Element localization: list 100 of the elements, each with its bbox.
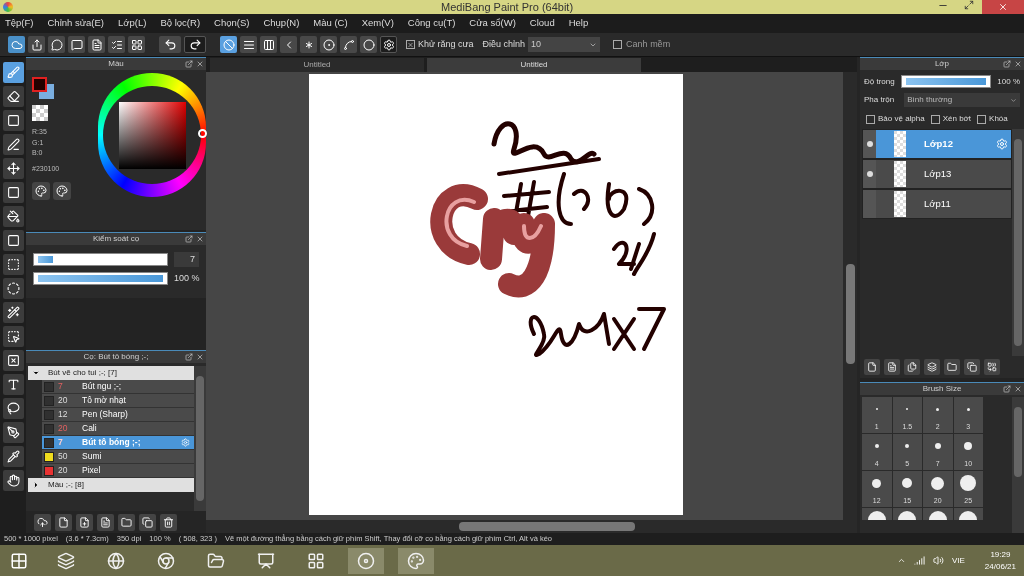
- menu-item[interactable]: Xem(V): [361, 16, 394, 31]
- scrollbar[interactable]: [194, 366, 206, 511]
- gradient-icon[interactable]: [2, 230, 24, 251]
- menu-item[interactable]: Bộ lọc(R): [160, 16, 201, 31]
- message-icon[interactable]: [68, 36, 85, 53]
- layer-row[interactable]: Lớp13: [862, 159, 1012, 189]
- visibility-toggle[interactable]: [863, 190, 876, 218]
- close-icon[interactable]: [998, 2, 1008, 12]
- menu-item[interactable]: Công cụ(T): [407, 16, 456, 31]
- palette-icon[interactable]: [398, 547, 434, 574]
- curve-icon[interactable]: [340, 36, 357, 53]
- scrollbar[interactable]: [1012, 397, 1024, 533]
- hand-icon[interactable]: [2, 470, 24, 491]
- close-icon[interactable]: [196, 60, 204, 68]
- cloud-sync-icon[interactable]: [8, 36, 25, 53]
- brush-size-preset[interactable]: [953, 508, 983, 520]
- brush-group[interactable]: Bút vẽ cho tui ;-; [7]: [28, 366, 194, 380]
- add-file-icon[interactable]: [76, 513, 93, 531]
- menu-item[interactable]: Chọn(S): [214, 16, 250, 31]
- brush-size-preset[interactable]: [862, 508, 892, 520]
- list-icon[interactable]: [108, 36, 125, 53]
- brush-opacity-slider[interactable]: [33, 272, 168, 286]
- menu-item[interactable]: Help: [568, 16, 589, 31]
- canvas-page[interactable]: [308, 74, 683, 515]
- horizontal-scrollbar[interactable]: [206, 520, 857, 533]
- settings-button[interactable]: [380, 36, 397, 53]
- perspective-icon[interactable]: [280, 36, 297, 53]
- vertical-lines-icon[interactable]: [260, 36, 277, 53]
- document-tab[interactable]: Untitled: [210, 58, 424, 72]
- menu-item[interactable]: Chỉnh sửa(E): [47, 16, 105, 31]
- signal-icon[interactable]: [913, 555, 925, 566]
- brush-size-preset[interactable]: [892, 508, 922, 520]
- close-icon[interactable]: [196, 353, 204, 361]
- pen-nib-icon[interactable]: [2, 422, 24, 443]
- visibility-toggle[interactable]: [863, 160, 876, 188]
- lasso-select-icon[interactable]: [2, 398, 24, 419]
- comment-icon[interactable]: [48, 36, 65, 53]
- magic-wand-icon[interactable]: [2, 302, 24, 323]
- visibility-toggle[interactable]: [863, 130, 876, 158]
- brush-size-preset[interactable]: [923, 508, 953, 520]
- trash-icon[interactable]: [160, 513, 177, 531]
- fill-square-icon[interactable]: [2, 182, 24, 203]
- popout-icon[interactable]: [185, 235, 193, 243]
- paint-bucket-icon[interactable]: [2, 206, 24, 227]
- radial-lines-icon[interactable]: [300, 36, 317, 53]
- brush-item[interactable]: 20 Tô mờ nhạt: [42, 394, 194, 408]
- select-eraser-icon[interactable]: [2, 350, 24, 371]
- menu-item[interactable]: Cửa sổ(W): [469, 16, 516, 31]
- selection-icon[interactable]: [2, 254, 24, 275]
- popout-icon[interactable]: [185, 353, 193, 361]
- close-icon[interactable]: [196, 235, 204, 243]
- concentric-circles-icon[interactable]: [320, 36, 337, 53]
- brush-group[interactable]: Màu ;-; [8]: [28, 478, 194, 492]
- scrollbar[interactable]: [1012, 129, 1024, 356]
- vertical-scrollbar[interactable]: [843, 72, 857, 520]
- document-tab[interactable]: Untitled: [427, 58, 641, 72]
- layer-option-checkbox[interactable]: [930, 114, 940, 124]
- new-file-icon[interactable]: [55, 513, 72, 531]
- menu-item[interactable]: Tệp(F): [5, 16, 34, 31]
- popout-icon[interactable]: [185, 60, 193, 68]
- smooth-checkbox[interactable]: [613, 40, 623, 49]
- layer-row[interactable]: Lớp11: [862, 189, 1012, 219]
- language-indicator[interactable]: VIE: [951, 554, 965, 567]
- document-icon[interactable]: [97, 513, 114, 531]
- brush-size-slider[interactable]: [33, 253, 168, 266]
- folder-icon[interactable]: [944, 359, 960, 375]
- text-icon[interactable]: [2, 374, 24, 395]
- brush-item[interactable]: 12 Pen (Sharp): [42, 408, 194, 422]
- layer-copy-icon[interactable]: [904, 359, 920, 375]
- add-layer-icon[interactable]: [924, 359, 940, 375]
- close-icon[interactable]: [1014, 60, 1022, 68]
- brush-item[interactable]: 20 Pixel: [42, 464, 194, 478]
- folder-icon[interactable]: [118, 513, 135, 531]
- circle-icon[interactable]: [360, 36, 377, 53]
- layer-option-checkbox[interactable]: [977, 114, 987, 124]
- square-icon[interactable]: [2, 110, 24, 131]
- document-icon[interactable]: [88, 36, 105, 53]
- palette-button[interactable]: [32, 182, 50, 200]
- windows-start-icon[interactable]: [10, 551, 28, 570]
- transparent-swatch[interactable]: [32, 105, 48, 121]
- undo-button[interactable]: [159, 36, 181, 53]
- copy-icon[interactable]: [139, 513, 156, 531]
- brush-item[interactable]: 20 Cali: [42, 422, 194, 436]
- redo-button[interactable]: [184, 36, 206, 53]
- settings-icon[interactable]: [996, 138, 1008, 150]
- menu-item[interactable]: Cloud: [529, 16, 555, 31]
- volume-icon[interactable]: [932, 555, 944, 566]
- expanded-triangle-icon[interactable]: [32, 369, 40, 377]
- move-icon[interactable]: [2, 158, 24, 179]
- brush-item[interactable]: 50 Sumi: [42, 450, 194, 464]
- undo-icon[interactable]: [163, 38, 177, 51]
- antialias-checkbox[interactable]: [406, 40, 415, 49]
- text-layer-icon[interactable]: [884, 359, 900, 375]
- palette-settings-button[interactable]: [53, 182, 71, 200]
- eraser-icon[interactable]: [2, 86, 24, 107]
- lasso-icon[interactable]: [2, 278, 24, 299]
- collapsed-triangle-icon[interactable]: [32, 481, 40, 489]
- menu-item[interactable]: Màu (C): [313, 16, 348, 31]
- popout-icon[interactable]: [1003, 385, 1011, 393]
- grid-icon[interactable]: [128, 36, 145, 53]
